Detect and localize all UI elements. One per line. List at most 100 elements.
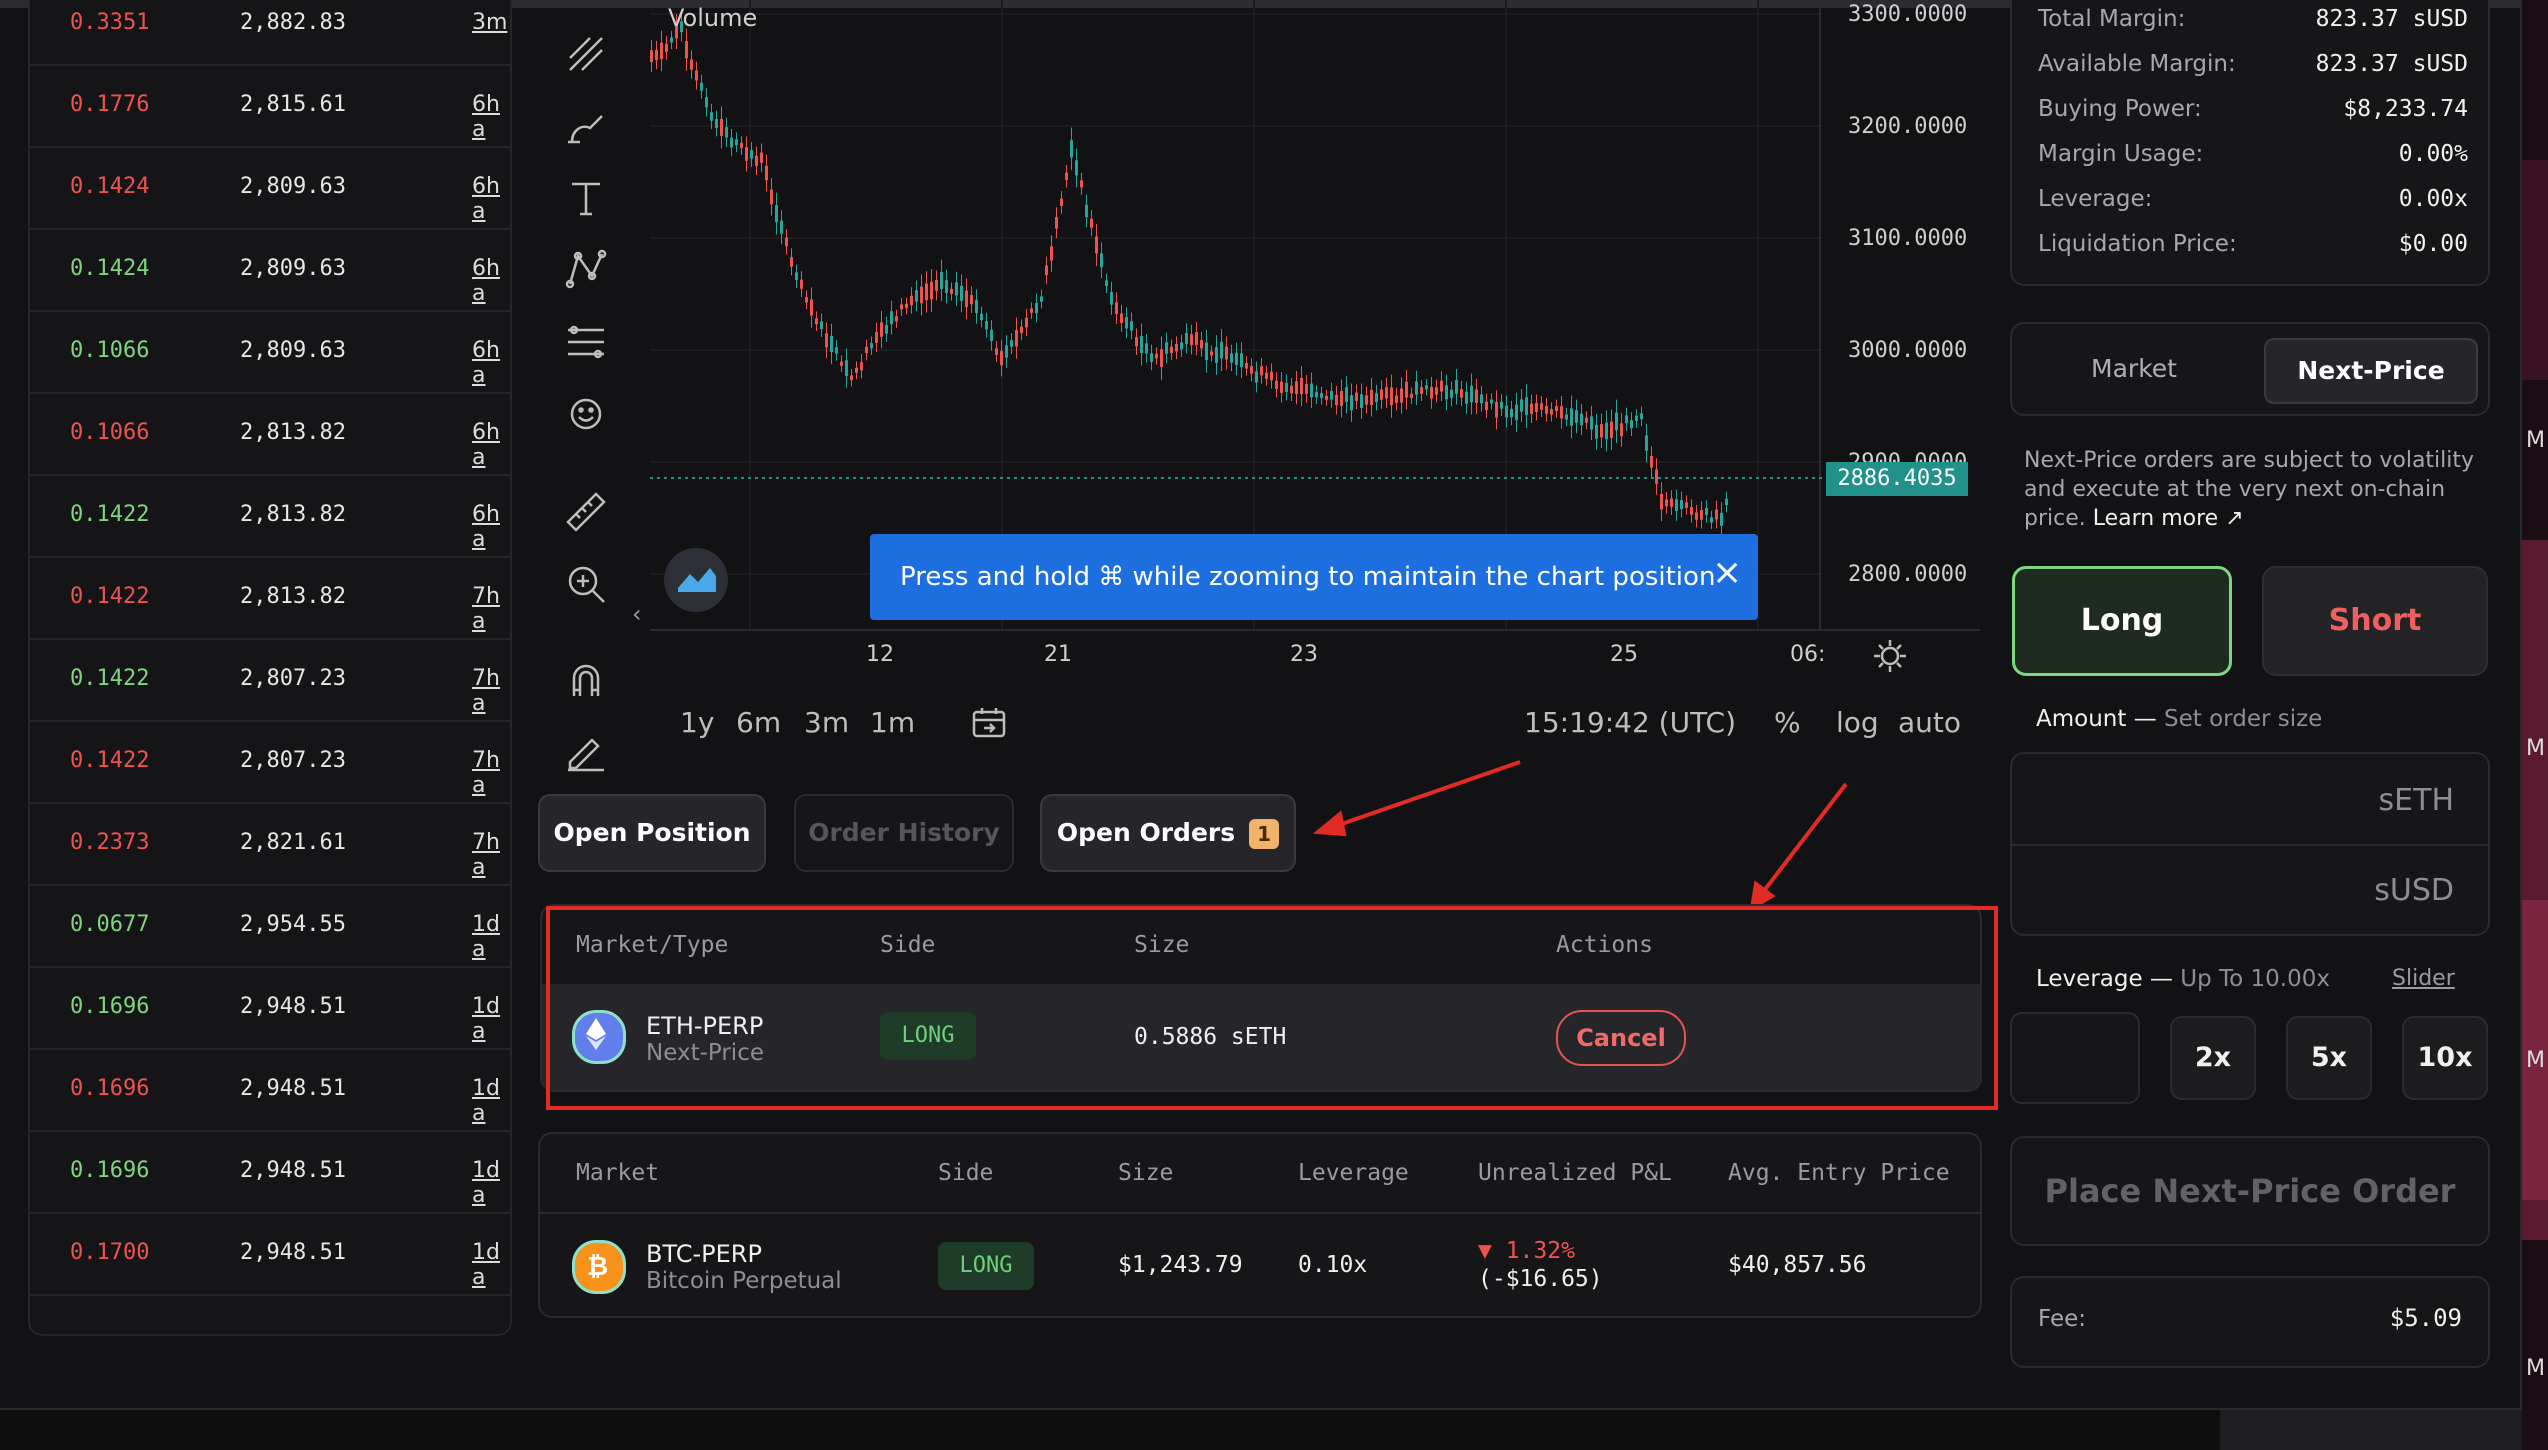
long-button[interactable]: Long [2012,566,2232,676]
summary-value: 0.00% [2398,141,2468,167]
trade-price: 0.1066 [70,338,150,363]
timeframe-1y[interactable]: 1y [680,706,714,739]
close-icon[interactable]: × [1712,552,1742,593]
trade-amount: 2,813.82 [240,420,346,445]
tradingview-logo-icon[interactable] [664,548,728,612]
zoom-in-icon[interactable] [562,560,610,608]
seth-amount-input[interactable] [2032,764,2456,836]
trade-time-link[interactable]: 3m [472,10,507,35]
summary-value: 823.37 sUSD [2315,51,2468,77]
trade-row: 0.1422 2,813.82 6h a [30,474,510,558]
learn-more-link[interactable]: Learn more ↗ [2093,506,2244,531]
trade-row: 0.1066 2,809.63 6h a [30,310,510,394]
position-size: $1,243.79 [1118,1252,1243,1278]
trade-time-link[interactable]: 7h a [472,748,510,798]
auto-scale-toggle[interactable]: auto [1898,706,1961,739]
position-market: BTC-PERP [646,1240,762,1268]
pnl-percent: ▼ 1.32% [1478,1238,1575,1264]
leverage-2x-button[interactable]: 2x [2170,1016,2256,1100]
tab-next-price[interactable]: Next-Price [2264,338,2478,404]
trade-row: 0.1696 2,948.51 1d a [30,1048,510,1132]
trade-row: 0.3351 2,882.83 3m [30,0,510,66]
short-button[interactable]: Short [2262,566,2488,676]
trade-time-link[interactable]: 7h a [472,830,510,880]
tab-order-history[interactable]: Order History [794,794,1014,872]
column-header: Side [938,1160,994,1186]
trade-row: 0.2373 2,821.61 7h a [30,802,510,886]
fib-levels-icon[interactable] [562,318,610,366]
trade-time-link[interactable]: 7h a [472,584,510,634]
text-tool-icon[interactable] [562,174,610,222]
trade-time-link[interactable]: 1d a [472,1076,510,1126]
desktop-glyph: M [2526,428,2545,453]
x-tick: 21 [1044,642,1072,667]
position-leverage: 0.10x [1298,1252,1368,1278]
fee-box: Fee: $5.09 [2010,1276,2490,1368]
column-header: Unrealized P&L [1478,1160,1672,1186]
bitcoin-icon: ₿ [572,1240,626,1294]
trade-row: 0.0677 2,954.55 1d a [30,884,510,968]
brush-icon[interactable] [562,102,610,150]
timeframe-6m[interactable]: 6m [736,706,781,739]
chart-settings-icon[interactable] [1870,636,1910,676]
trade-time-link[interactable]: 6h a [472,174,510,224]
summary-value: $8,233.74 [2343,96,2468,122]
summary-value: 823.37 sUSD [2315,6,2468,32]
susd-amount-input[interactable] [2032,854,2456,926]
tab-market[interactable]: Market [2028,338,2240,400]
tab-open-orders[interactable]: Open Orders 1 [1040,794,1296,872]
summary-row: Margin Usage: 0.00% [2038,141,2468,175]
trade-row: 0.1422 2,807.23 7h a [30,638,510,722]
date-range-icon[interactable] [970,706,1010,742]
amount-label: Amount — Set order size [2036,706,2323,732]
trade-time-link[interactable]: 6h a [472,420,510,470]
fee-value: $5.09 [2389,1304,2462,1332]
trade-amount: 2,882.83 [240,10,346,35]
trend-line-icon[interactable] [562,30,610,78]
ruler-icon[interactable] [562,488,610,536]
emoji-icon[interactable] [562,390,610,438]
scroll-left-arrow[interactable]: ‹ [632,600,642,628]
trade-time-link[interactable]: 6h a [472,338,510,388]
slider-toggle-link[interactable]: Slider [2392,966,2455,991]
percent-scale-toggle[interactable]: % [1774,706,1801,739]
trade-time-link[interactable]: 1d a [472,1158,510,1208]
trade-time-link[interactable]: 6h a [472,256,510,306]
trade-time-link[interactable]: 1d a [472,912,510,962]
trade-row: 0.1696 2,948.51 1d a [30,1130,510,1214]
leverage-5x-button[interactable]: 5x [2286,1016,2372,1100]
magnet-icon[interactable] [562,656,610,704]
trade-row: 0.1700 2,948.51 1d a [30,1212,510,1296]
trade-price: 0.1424 [70,256,150,281]
pattern-icon[interactable] [562,246,610,294]
desktop-glyph: M [2526,1048,2545,1073]
open-orders-count-badge: 1 [1249,819,1280,849]
side-badge: LONG [938,1242,1034,1290]
leverage-10x-button[interactable]: 10x [2402,1016,2488,1100]
place-order-button[interactable]: Place Next-Price Order [2010,1136,2490,1246]
tab-open-position[interactable]: Open Position [538,794,766,872]
leverage-input[interactable] [2010,1012,2140,1104]
trade-amount: 2,821.61 [240,830,346,855]
amount-title: Amount [2036,706,2127,732]
position-subtitle: Bitcoin Perpetual [646,1268,842,1294]
chart-drawing-toolbar [552,20,622,780]
trade-time-link[interactable]: 6h a [472,502,510,552]
app-window: 0.3351 2,882.83 3m 0.1776 2,815.61 6h a 0.1424… [0,0,2522,1410]
log-scale-toggle[interactable]: log [1836,706,1879,739]
desktop-strip [0,1410,2220,1450]
trade-price: 0.1422 [70,584,150,609]
timeframe-1m[interactable]: 1m [870,706,915,739]
trade-time-link[interactable]: 6h a [472,92,510,142]
summary-label: Margin Usage: [2038,141,2204,167]
leverage-title: Leverage [2036,966,2143,992]
trade-price: 0.1424 [70,174,150,199]
pencil-lock-icon[interactable] [562,726,610,774]
timeframe-3m[interactable]: 3m [804,706,849,739]
trade-time-link[interactable]: 1d a [472,994,510,1044]
trade-time-link[interactable]: 1d a [472,1240,510,1290]
y-tick: 2800.0000 [1848,562,1968,587]
trade-amount: 2,948.51 [240,1240,346,1265]
trade-time-link[interactable]: 7h a [472,666,510,716]
summary-row: Liquidation Price: $0.00 [2038,231,2468,265]
